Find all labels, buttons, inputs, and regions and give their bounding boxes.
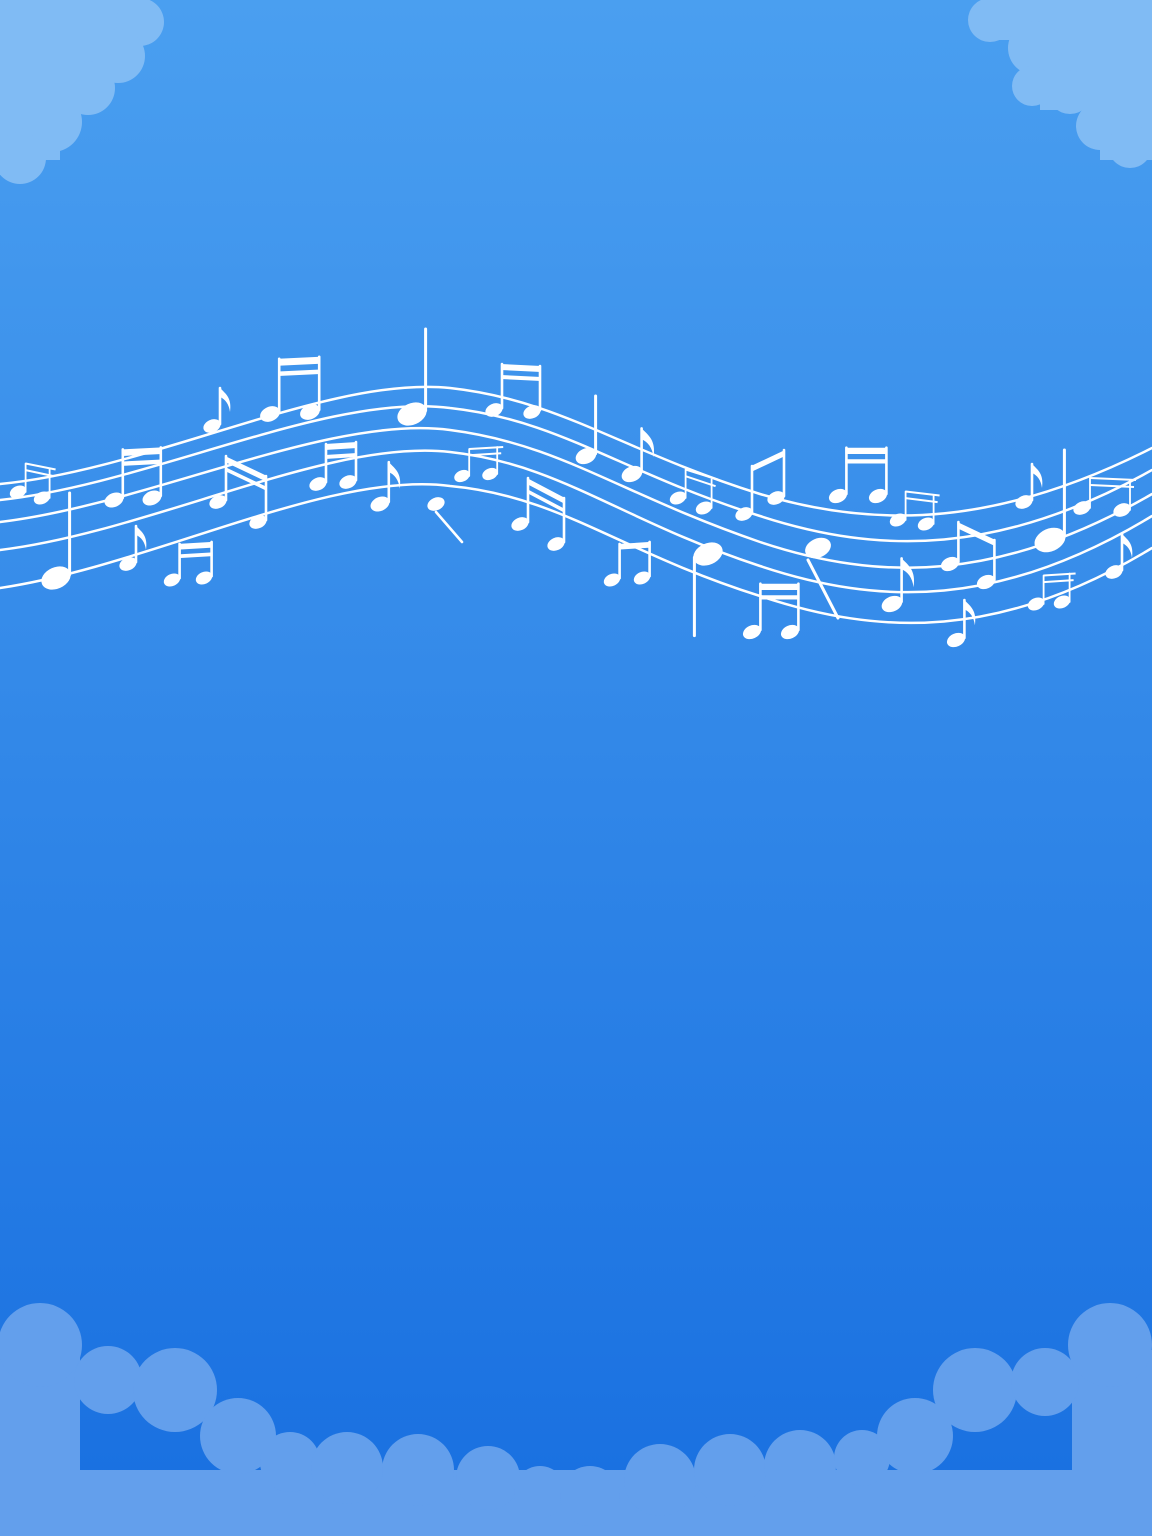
music-poster-background [0, 0, 1152, 1536]
sky-background [0, 0, 1152, 1536]
background-scene [0, 0, 1152, 1536]
